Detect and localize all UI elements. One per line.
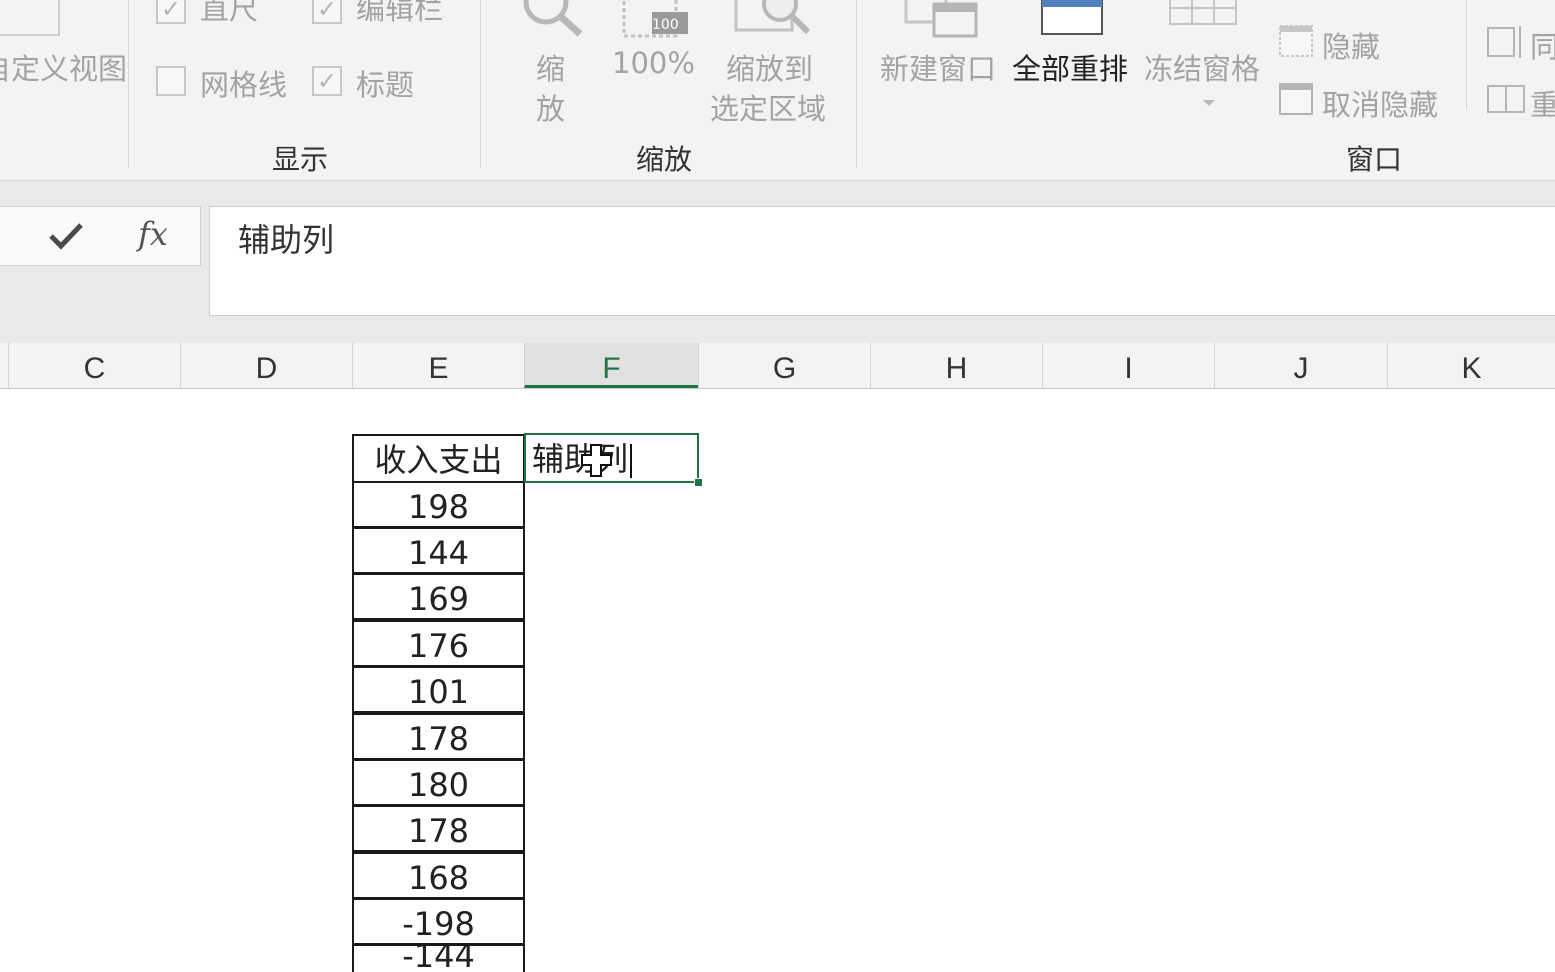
zoom-to-selection-label-2[interactable]: 选定区域	[710, 86, 826, 128]
column-header-d[interactable]: D	[180, 343, 352, 388]
group-separator	[128, 0, 129, 168]
unhide-window-button[interactable]: 取消隐藏	[1322, 82, 1438, 124]
table-cell[interactable]: 178	[352, 805, 525, 852]
window-group-label: 窗口	[1346, 143, 1403, 176]
hide-window-button[interactable]: 隐藏	[1322, 24, 1380, 66]
group-separator	[856, 0, 857, 168]
custom-view-button[interactable]: 自定义视图	[0, 46, 127, 88]
table-cell-value: -144	[402, 944, 475, 972]
ruler-label: 直尺	[200, 0, 259, 26]
column-header-g[interactable]: G	[698, 343, 870, 388]
zoom-100-badge: 100	[652, 17, 679, 33]
table-header-cell[interactable]: 收入支出	[352, 434, 525, 483]
reset-window-position-button[interactable]: 重	[1530, 82, 1555, 124]
zoom-100-button[interactable]: 100%	[612, 46, 695, 80]
reset-window-position-icon	[1487, 85, 1525, 113]
headings-checkbox[interactable]: ✓	[312, 66, 342, 96]
hide-window-icon	[1279, 25, 1313, 57]
table-cell[interactable]: 178	[352, 713, 525, 760]
table-cell[interactable]: 144	[352, 527, 525, 574]
zoom-button-label-2[interactable]: 放	[536, 86, 565, 128]
freeze-panes-button[interactable]: 冻结窗格	[1144, 46, 1260, 88]
zoom-button-label-1[interactable]: 缩	[536, 46, 565, 88]
table-cell[interactable]: -144	[352, 944, 525, 972]
custom-view-icon	[0, 0, 60, 36]
view-side-by-side-button[interactable]: 同	[1530, 24, 1555, 66]
zoom-magnifier-icon	[523, 0, 583, 37]
zoom-group-label: 缩放	[636, 143, 693, 176]
new-window-button[interactable]: 新建窗口	[880, 46, 996, 88]
table-cell[interactable]: 101	[352, 666, 525, 713]
table-cell[interactable]: 168	[352, 852, 525, 899]
formula-bar-buttons: fx	[0, 206, 201, 266]
view-side-by-side-icon	[1487, 26, 1521, 58]
show-group-label: 显示	[272, 143, 329, 176]
insert-function-button[interactable]: fx	[138, 215, 168, 253]
zoom-to-selection-icon	[734, 0, 811, 35]
cell-select-cursor-icon	[581, 444, 612, 477]
table-cell[interactable]: -198	[352, 898, 525, 945]
unhide-window-icon	[1279, 83, 1313, 115]
column-header-k[interactable]: K	[1387, 343, 1555, 388]
column-header-e[interactable]: E	[352, 343, 524, 388]
headings-label: 标题	[356, 68, 415, 102]
enter-checkmark-icon[interactable]	[48, 221, 84, 251]
table-cell[interactable]: 169	[352, 573, 525, 620]
ribbon: 自定义视图 ✓ 直尺 ✓ 编辑栏 网格线 ✓ 标题 显示 缩 放 100 100…	[0, 0, 1555, 181]
formula-bar-content: 辅助列	[238, 221, 335, 259]
group-separator	[480, 0, 481, 168]
column-header-f[interactable]: F	[524, 343, 698, 388]
new-window-icon	[904, 0, 978, 38]
column-header-c[interactable]: C	[8, 343, 180, 388]
formula-bar-input[interactable]: 辅助列	[209, 206, 1555, 316]
gridlines-label: 网格线	[200, 68, 288, 102]
fill-handle[interactable]	[694, 478, 703, 487]
chevron-down-icon[interactable]	[1202, 98, 1216, 108]
column-header-i[interactable]: I	[1042, 343, 1214, 388]
table-cell[interactable]: 176	[352, 620, 525, 667]
zoom-to-selection-label-1[interactable]: 缩放到	[726, 46, 813, 88]
column-header-j[interactable]: J	[1214, 343, 1387, 388]
arrange-all-icon	[1041, 0, 1103, 35]
text-caret	[630, 444, 633, 478]
ruler-checkbox[interactable]: ✓	[156, 0, 186, 24]
column-header-h[interactable]: H	[870, 343, 1042, 388]
gridlines-checkbox[interactable]	[156, 66, 186, 96]
formula-bar-checkbox[interactable]: ✓	[312, 0, 342, 24]
freeze-panes-icon	[1169, 0, 1237, 25]
table-cell[interactable]: 180	[352, 759, 525, 806]
table-cell[interactable]: 198	[352, 481, 525, 528]
group-separator	[1466, 0, 1467, 110]
column-header-row: C D E F G H I J K	[0, 343, 1555, 389]
arrange-all-button[interactable]: 全部重排	[1012, 46, 1128, 88]
formula-bar-label: 编辑栏	[356, 0, 444, 26]
